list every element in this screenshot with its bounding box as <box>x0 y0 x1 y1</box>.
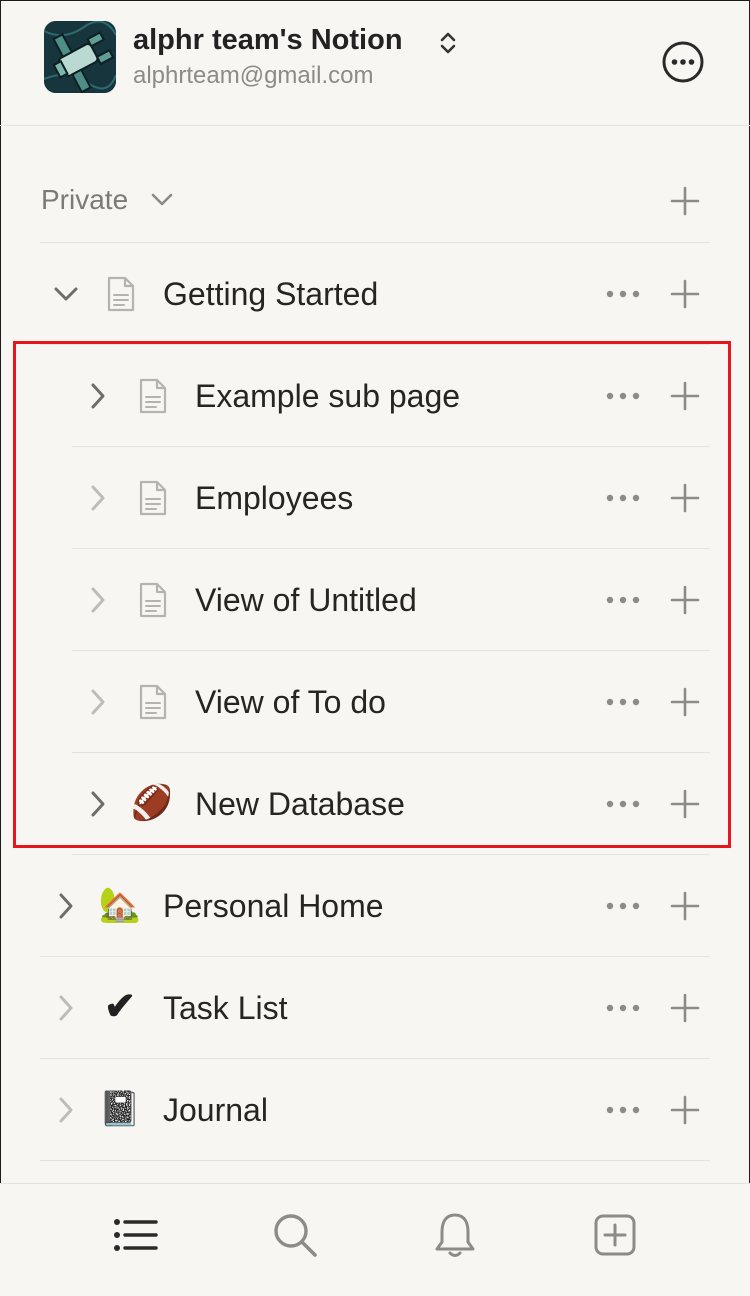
sidebar-page-row[interactable]: 📓 Journal <box>0 1059 750 1161</box>
new-page-icon[interactable] <box>590 1210 640 1260</box>
sidebar-page-label: Journal <box>163 1092 268 1128</box>
row-divider <box>40 1160 710 1161</box>
page-more-icon[interactable] <box>605 899 641 913</box>
search-icon[interactable] <box>270 1210 320 1260</box>
chevron-right-icon[interactable] <box>56 1096 76 1124</box>
page-more-icon[interactable] <box>605 1001 641 1015</box>
workspace-header[interactable]: alphr team's Notion alphrteam@gmail.com <box>0 0 750 126</box>
sidebar-page-row[interactable]: Getting Started <box>0 243 750 345</box>
page-add-icon[interactable] <box>670 891 700 921</box>
sidebar-page-label: Task List <box>163 990 288 1026</box>
workspace-avatar[interactable] <box>44 21 116 93</box>
page-add-icon[interactable] <box>670 279 700 309</box>
more-options-icon[interactable] <box>662 41 704 83</box>
section-private-label[interactable]: Private <box>41 184 128 216</box>
page-more-icon[interactable] <box>605 287 641 301</box>
bell-icon[interactable] <box>430 1210 480 1260</box>
page-icon[interactable] <box>106 275 136 313</box>
section-add-icon[interactable] <box>670 186 700 216</box>
page-add-icon[interactable] <box>670 1095 700 1125</box>
chevron-right-icon[interactable] <box>56 994 76 1022</box>
workspace-email: alphrteam@gmail.com <box>133 62 374 89</box>
page-more-icon[interactable] <box>605 1103 641 1117</box>
chevron-down-icon[interactable] <box>150 192 174 208</box>
bottom-tab-bar <box>0 1183 750 1296</box>
check-mark-emoji[interactable]: ✔ <box>98 985 142 1029</box>
workspace-name[interactable]: alphr team's Notion <box>133 24 403 57</box>
list-icon[interactable] <box>110 1210 160 1260</box>
sidebar-page-label: Personal Home <box>163 888 384 924</box>
telescope-satellite-icon <box>44 21 116 93</box>
chevron-down-icon[interactable] <box>53 285 79 305</box>
house-emoji[interactable]: 🏡 <box>98 883 142 927</box>
highlight-box <box>13 341 731 848</box>
sidebar-page-row[interactable]: 🏡 Personal Home <box>0 855 750 957</box>
notebook-emoji[interactable]: 📓 <box>98 1087 142 1131</box>
page-add-icon[interactable] <box>670 993 700 1023</box>
chevron-right-icon[interactable] <box>56 892 76 920</box>
sidebar-page-label: Getting Started <box>163 276 379 312</box>
sidebar-page-row[interactable]: ✔ Task List <box>0 957 750 1059</box>
workspace-switch-icon[interactable] <box>438 30 458 56</box>
